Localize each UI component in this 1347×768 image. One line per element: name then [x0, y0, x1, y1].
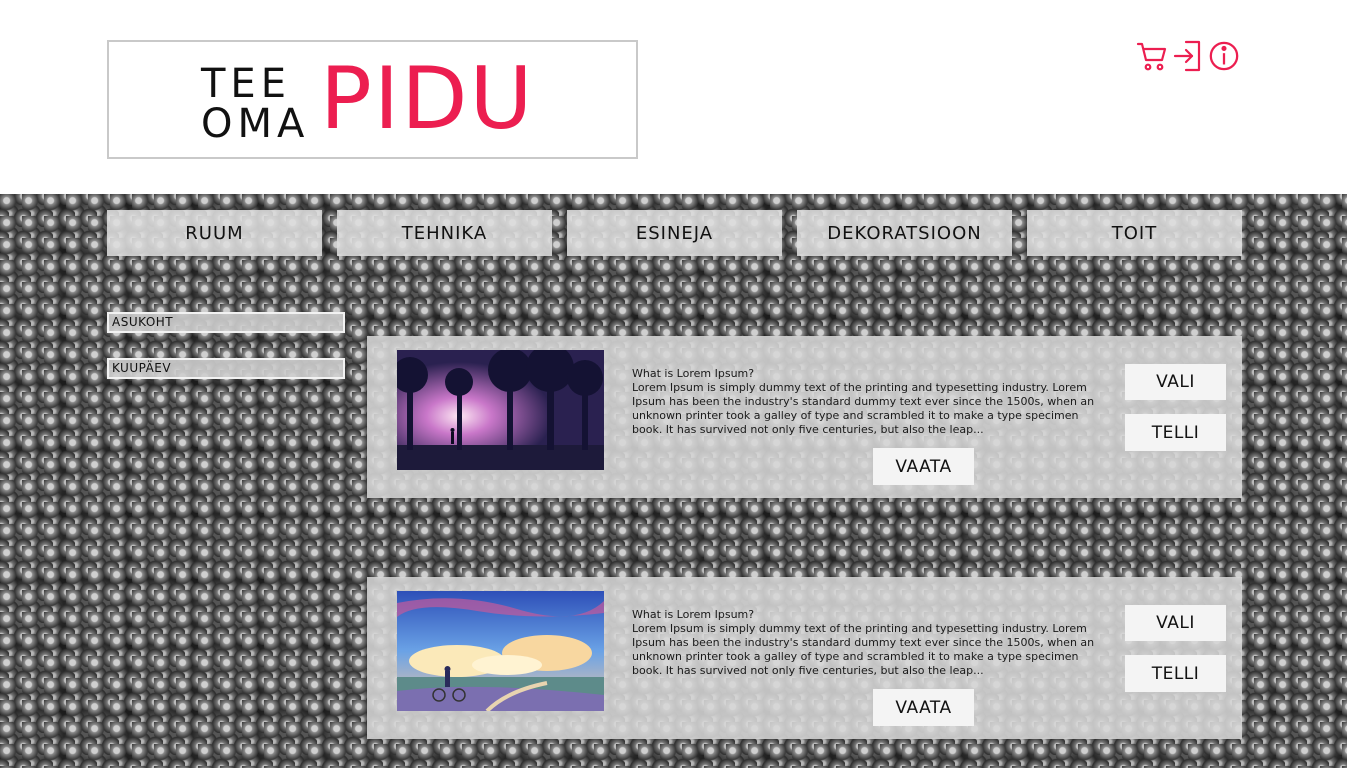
- logo-small-text: TEE OMA: [201, 64, 321, 144]
- order-button[interactable]: TELLI: [1125, 414, 1226, 451]
- select-button[interactable]: VALI: [1125, 605, 1226, 641]
- card-image: [397, 591, 604, 711]
- card-description: What is Lorem Ipsum? Lorem Ipsum is simp…: [632, 608, 1102, 678]
- card-body-text: Lorem Ipsum is simply dummy text of the …: [632, 622, 1095, 677]
- site-header: TEE OMA PIDU: [0, 0, 1347, 194]
- cart-icon[interactable]: [1136, 39, 1168, 73]
- header-icons: [1136, 39, 1240, 75]
- nav-item-tehnika[interactable]: TEHNIKA: [337, 210, 552, 256]
- card-description: What is Lorem Ipsum? Lorem Ipsum is simp…: [632, 367, 1102, 437]
- main-content: RUUM TEHNIKA ESINEJA DEKORATSIOON TOIT A…: [0, 194, 1347, 768]
- info-icon[interactable]: [1208, 39, 1240, 73]
- view-button[interactable]: VAATA: [873, 448, 974, 485]
- logo-line-1: TEE: [201, 61, 291, 107]
- category-nav: RUUM TEHNIKA ESINEJA DEKORATSIOON TOIT: [107, 210, 1242, 256]
- logo-line-2: OMA: [201, 101, 310, 147]
- order-button[interactable]: TELLI: [1125, 655, 1226, 692]
- card-question: What is Lorem Ipsum?: [632, 367, 755, 380]
- date-field[interactable]: KUUPÄEV: [107, 358, 345, 379]
- card-question: What is Lorem Ipsum?: [632, 608, 755, 621]
- nav-item-dekoratsioon[interactable]: DEKORATSIOON: [797, 210, 1012, 256]
- logo[interactable]: TEE OMA PIDU: [107, 40, 638, 159]
- nav-item-toit[interactable]: TOIT: [1027, 210, 1242, 256]
- nav-item-esineja[interactable]: ESINEJA: [567, 210, 782, 256]
- offer-card: What is Lorem Ipsum? Lorem Ipsum is simp…: [367, 336, 1242, 498]
- card-image: [397, 350, 604, 470]
- logo-big-text: PIDU: [320, 49, 535, 149]
- select-button[interactable]: VALI: [1125, 364, 1226, 400]
- offer-card: What is Lorem Ipsum? Lorem Ipsum is simp…: [367, 577, 1242, 739]
- location-field[interactable]: ASUKOHT: [107, 312, 345, 333]
- login-icon[interactable]: [1172, 39, 1204, 73]
- card-body-text: Lorem Ipsum is simply dummy text of the …: [632, 381, 1095, 436]
- view-button[interactable]: VAATA: [873, 689, 974, 726]
- nav-item-ruum[interactable]: RUUM: [107, 210, 322, 256]
